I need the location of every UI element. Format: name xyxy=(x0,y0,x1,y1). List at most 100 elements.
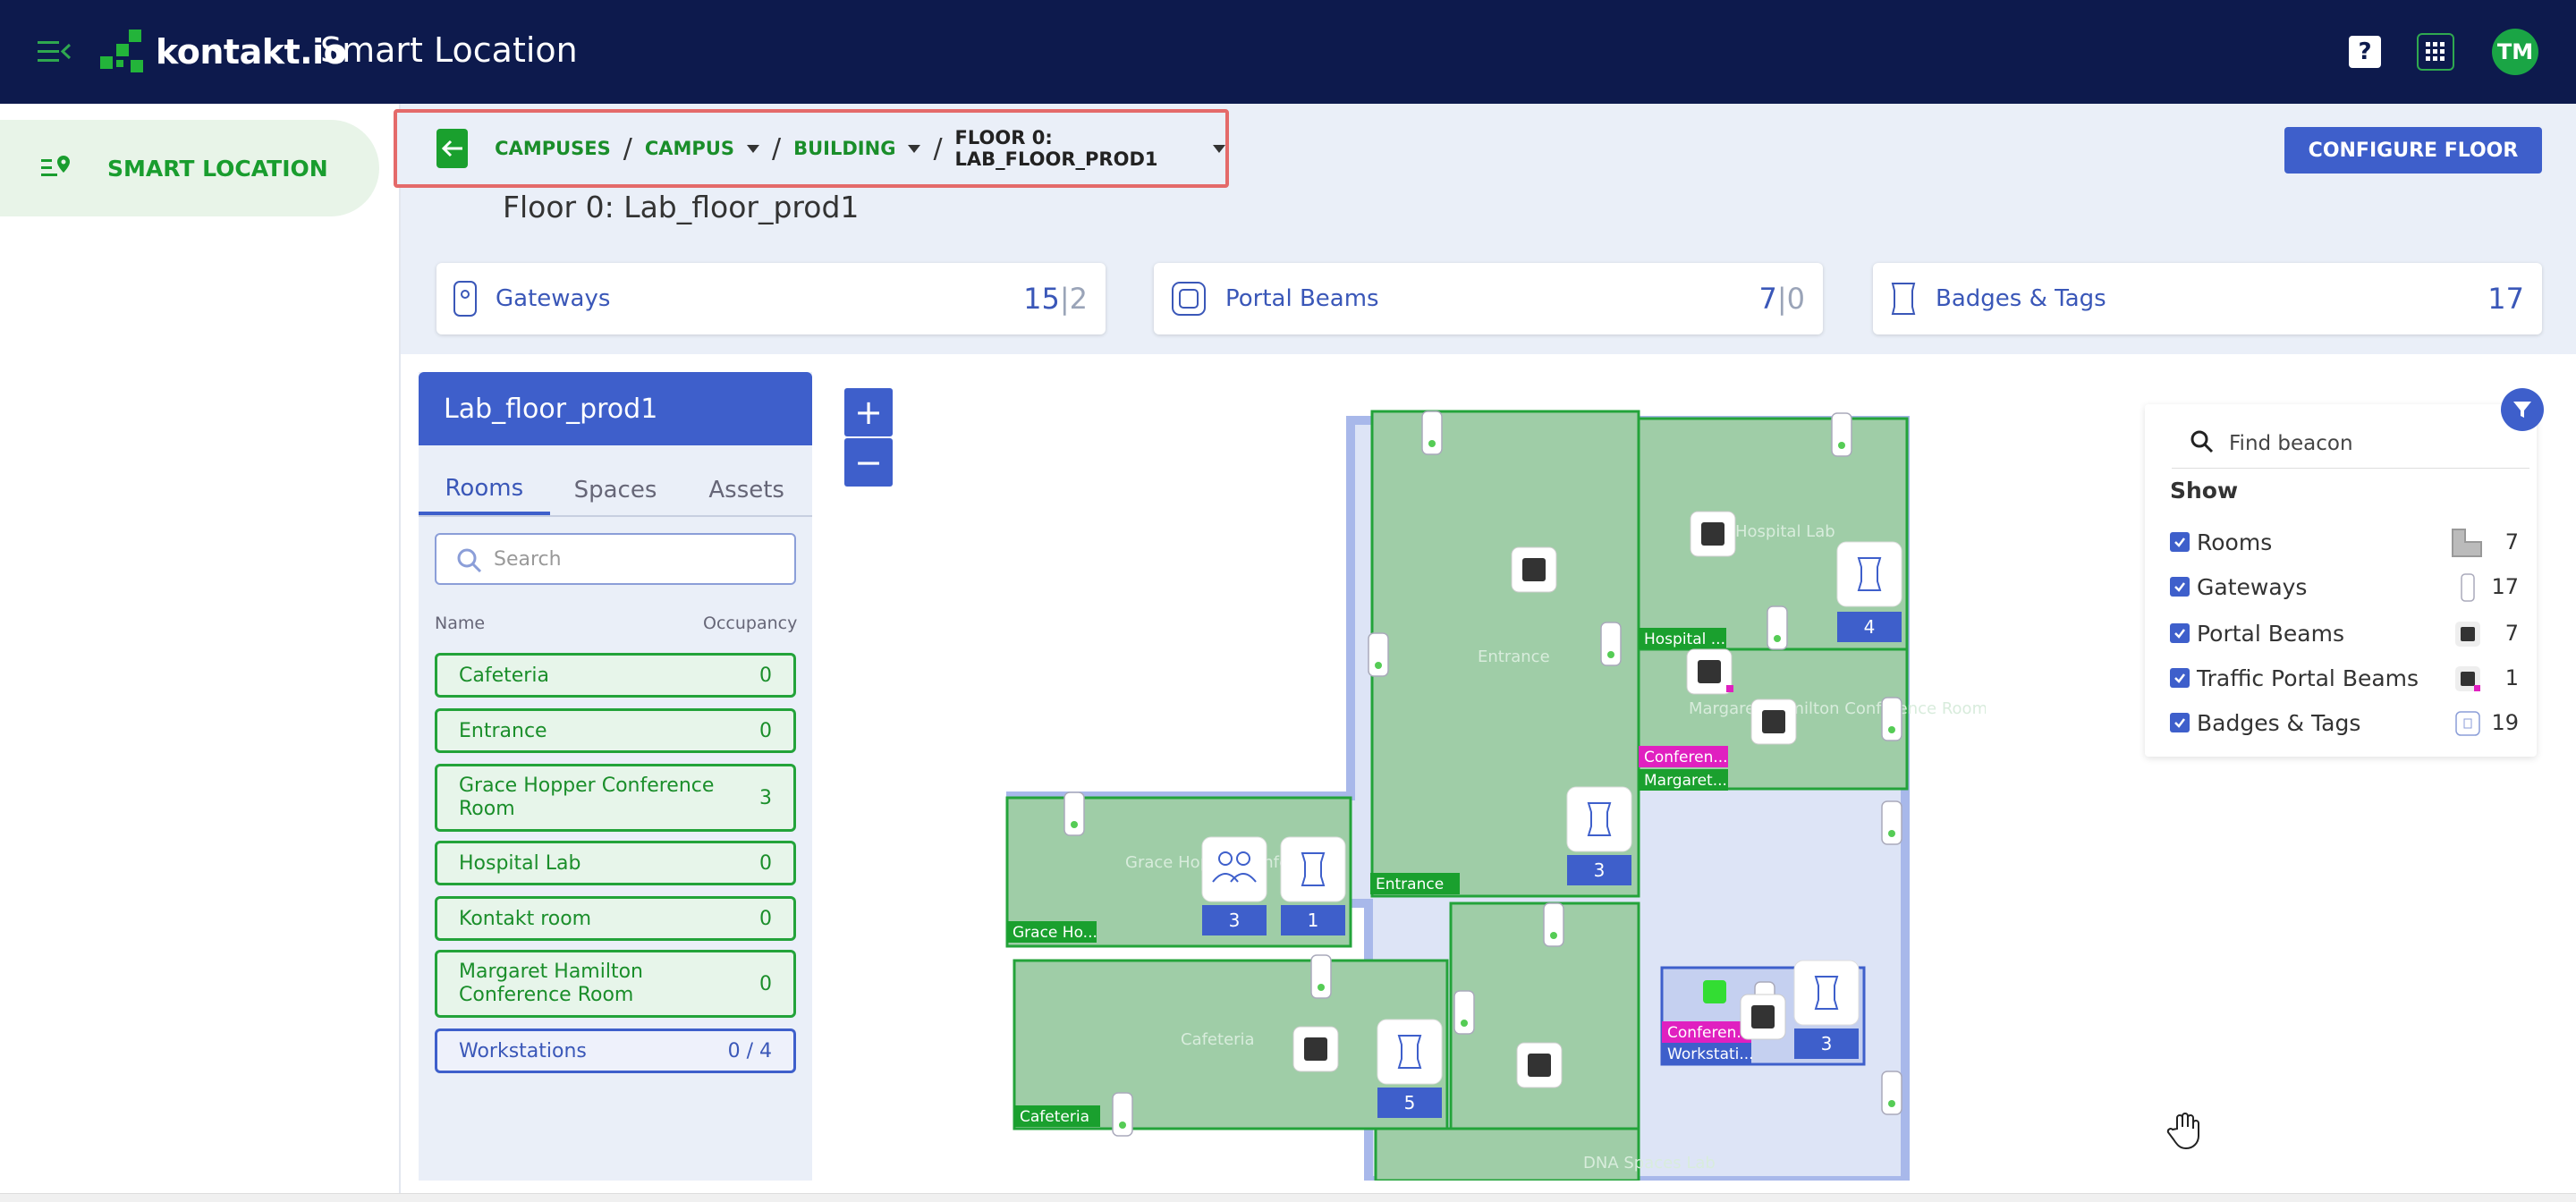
checkbox-traffic-portal-beams[interactable] xyxy=(2170,668,2190,688)
portal-beams-count: 7|0 xyxy=(1759,282,1806,316)
chevron-down-icon[interactable] xyxy=(1213,144,1225,153)
gateway-icon[interactable] xyxy=(1881,800,1902,845)
gateway-icon[interactable] xyxy=(1881,697,1902,741)
checkbox-badges-tags[interactable] xyxy=(2170,713,2190,732)
badge-cluster-icon[interactable] xyxy=(1566,786,1632,852)
checkbox-rooms[interactable] xyxy=(2170,532,2190,552)
checkbox-gateways[interactable] xyxy=(2170,577,2190,597)
room-search-input[interactable]: Search xyxy=(435,533,796,585)
room-shape-icon xyxy=(2452,529,2482,557)
help-button[interactable]: ? xyxy=(2349,36,2381,68)
top-bar: kontakt.io Smart Location ? TM xyxy=(0,0,2576,104)
map-room-tag-label: Grace Ho... xyxy=(1013,924,1097,942)
apps-grid-button[interactable] xyxy=(2417,33,2454,71)
room-row[interactable]: Hospital Lab 0 xyxy=(435,841,796,885)
floor-map[interactable]: Entrance Hospital Lab Margaret Hamilton … xyxy=(966,394,1986,1181)
legend-show-heading: Show xyxy=(2170,478,2239,504)
legend-count: 7 xyxy=(2504,621,2519,646)
zoom-in-button[interactable]: + xyxy=(844,388,893,436)
portal-beam-icon[interactable] xyxy=(1686,648,1733,695)
room-occupancy: 0 xyxy=(759,664,772,687)
legend-label: Badges & Tags xyxy=(2197,709,2361,736)
search-icon xyxy=(457,548,482,573)
people-cluster-icon[interactable] xyxy=(1201,836,1267,902)
tab-assets[interactable]: Assets xyxy=(681,465,812,515)
kontakt-logo[interactable]: kontakt.io xyxy=(97,25,347,79)
filter-button[interactable] xyxy=(2501,388,2544,431)
map-room-tag-label: Hospital ... xyxy=(1644,631,1725,648)
portal-beam-icon xyxy=(2455,622,2480,647)
portal-beams-label: Portal Beams xyxy=(1225,285,1379,312)
room-row[interactable]: Cafeteria 0 xyxy=(435,653,796,698)
chevron-down-icon[interactable] xyxy=(747,144,760,153)
room-row[interactable]: Workstations 0 / 4 xyxy=(435,1028,796,1073)
portal-beam-icon[interactable] xyxy=(1750,698,1797,745)
portal-beam-icon[interactable] xyxy=(1516,1042,1563,1088)
breadcrumb-campus[interactable]: CAMPUS xyxy=(645,138,734,159)
room-row[interactable]: Margaret Hamilton Conference Room 0 xyxy=(435,950,796,1018)
gateway-icon[interactable] xyxy=(1310,954,1332,999)
tab-spaces[interactable]: Spaces xyxy=(550,465,682,515)
breadcrumb-separator: / xyxy=(933,132,943,165)
gateway-icon[interactable] xyxy=(1767,605,1788,650)
legend-row-gateways[interactable]: Gateways 17 xyxy=(2170,569,2528,605)
sidebar: SMART LOCATION xyxy=(0,104,401,1202)
zoom-out-button[interactable]: − xyxy=(844,438,893,487)
badge-cluster-icon[interactable] xyxy=(1377,1019,1443,1085)
portal-beam-icon[interactable] xyxy=(1690,511,1736,557)
checkbox-portal-beams[interactable] xyxy=(2170,623,2190,643)
badge-cluster-icon[interactable] xyxy=(1836,541,1902,607)
map-room-tag-label: Workstati... xyxy=(1667,1045,1754,1063)
bottom-bar xyxy=(0,1193,2576,1202)
count-badge-label: 3 xyxy=(1821,1033,1833,1054)
portal-beams-online-count: 7 xyxy=(1758,282,1777,316)
gateway-icon[interactable] xyxy=(1881,1071,1902,1115)
breadcrumb-building[interactable]: BUILDING xyxy=(793,138,895,159)
gateway-icon[interactable] xyxy=(1368,632,1389,677)
breadcrumb-campuses[interactable]: CAMPUSES xyxy=(495,138,611,159)
room-name: Cafeteria xyxy=(459,664,549,687)
badges-tags-card[interactable]: Badges & Tags 17 xyxy=(1873,263,2542,334)
legend-row-portal-beams[interactable]: Portal Beams 7 xyxy=(2170,615,2528,651)
legend-row-rooms[interactable]: Rooms 7 xyxy=(2170,524,2528,560)
gateway-icon[interactable] xyxy=(1543,902,1564,947)
filter-icon xyxy=(2513,402,2531,418)
portal-beams-card[interactable]: Portal Beams 7|0 xyxy=(1154,263,1823,334)
gateways-label: Gateways xyxy=(496,285,611,312)
count-badge-label: 1 xyxy=(1308,910,1319,931)
gateway-icon[interactable] xyxy=(1600,622,1622,666)
count-badge-label: 3 xyxy=(1594,859,1606,881)
gateway-icon[interactable] xyxy=(1063,791,1085,836)
menu-collapse-icon[interactable] xyxy=(38,39,72,64)
map-room-tag-label: Cafeteria xyxy=(1020,1108,1089,1126)
gateway-icon[interactable] xyxy=(1453,990,1475,1035)
gateways-card[interactable]: Gateways 15|2 xyxy=(436,263,1106,334)
gateway-icon[interactable] xyxy=(1831,412,1852,457)
legend-row-badges-tags[interactable]: Badges & Tags 19 xyxy=(2170,705,2528,741)
tab-rooms[interactable]: Rooms xyxy=(419,465,550,515)
portal-beam-icon[interactable] xyxy=(1292,1026,1339,1072)
user-avatar[interactable]: TM xyxy=(2492,29,2538,75)
find-beacon-input[interactable]: Find beacon xyxy=(2172,419,2529,469)
legend-count: 19 xyxy=(2491,710,2519,735)
portal-beam-icon[interactable] xyxy=(1511,546,1557,593)
gateway-icon xyxy=(2461,573,2475,602)
configure-floor-button[interactable]: CONFIGURE FLOOR xyxy=(2284,127,2542,174)
room-row[interactable]: Kontakt room 0 xyxy=(435,896,796,941)
panel-tabs: Rooms Spaces Assets xyxy=(419,465,812,517)
room-occupancy: 3 xyxy=(759,786,772,809)
back-button[interactable] xyxy=(436,129,469,168)
portal-beam-icon[interactable] xyxy=(1740,994,1786,1040)
room-occupancy: 0 / 4 xyxy=(727,1039,772,1062)
legend-row-traffic-portal-beams[interactable]: Traffic Portal Beams 1 xyxy=(2170,660,2528,696)
room-row[interactable]: Grace Hopper Conference Room 3 xyxy=(435,764,796,832)
gateway-icon[interactable] xyxy=(1112,1092,1133,1137)
room-row[interactable]: Entrance 0 xyxy=(435,708,796,753)
badge-cluster-icon[interactable] xyxy=(1280,836,1346,902)
chevron-down-icon[interactable] xyxy=(908,144,921,153)
badge-cluster-icon[interactable] xyxy=(1793,960,1860,1026)
breadcrumb-separator: / xyxy=(623,132,632,165)
gateway-icon[interactable] xyxy=(1421,411,1443,455)
gateways-offline-count: 2 xyxy=(1069,282,1088,316)
sidebar-item-smart-location[interactable]: SMART LOCATION xyxy=(0,120,379,216)
